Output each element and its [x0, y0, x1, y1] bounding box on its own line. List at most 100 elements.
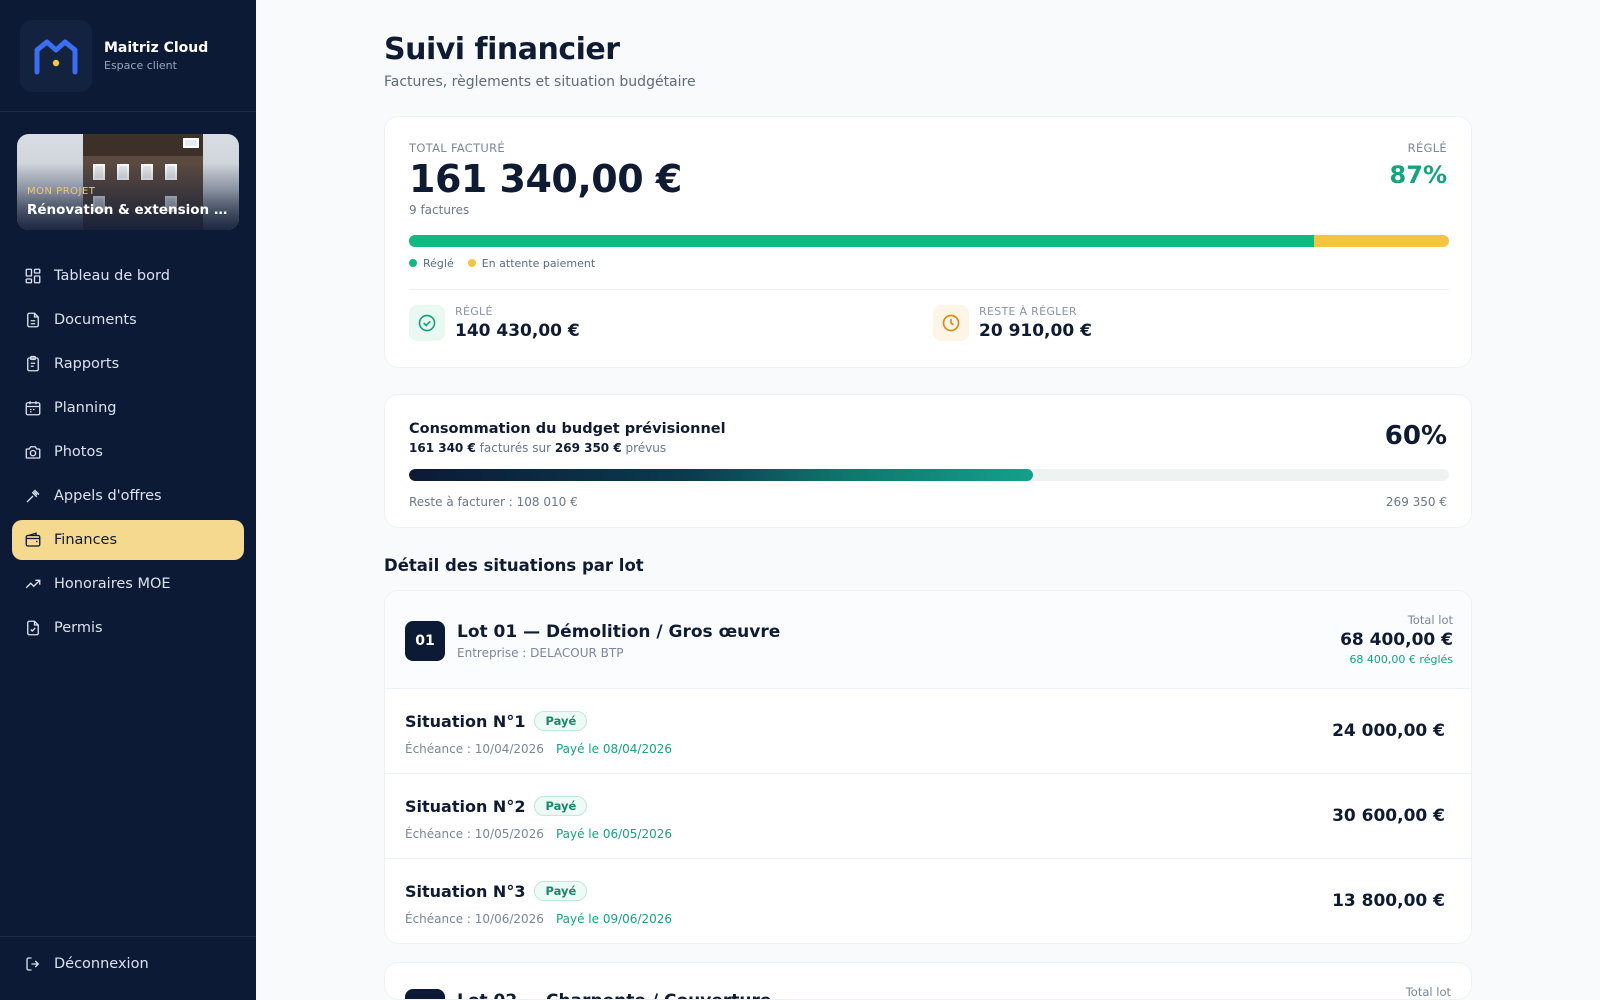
paid-stat: RÉGLÉ 140 430,00 €	[409, 305, 580, 341]
situation-row[interactable]: Situation N°1 Payé Échéance : 10/04/2026 P…	[385, 689, 1471, 774]
brand-logo-icon[interactable]	[20, 19, 92, 92]
budget-summary: 161 340 € facturés sur 269 350 € prévus	[409, 441, 666, 455]
brand-name: Maitriz Cloud	[104, 39, 209, 56]
budget-progress-fill	[409, 469, 1033, 481]
dashboard-icon	[25, 268, 41, 284]
lot-total-value: 68 400,00 €	[1340, 630, 1453, 650]
paid-pct-label: RÉGLÉ	[1407, 141, 1447, 155]
situation-title: Situation N°2	[405, 796, 526, 816]
section-title: Détail des situations par lot	[384, 556, 644, 575]
project-title: Rénovation & extension — Maison	[27, 202, 232, 218]
document-icon	[27, 312, 39, 328]
lot-title: Lot 01 — Démolition / Gros œuvre	[457, 622, 781, 642]
payment-progress-paid	[409, 235, 1314, 247]
sidebar-item-photos[interactable]: Photos	[12, 432, 244, 472]
situation-amount: 24 000,00 €	[1332, 721, 1445, 741]
sidebar-item-honoraires-moe[interactable]: Honoraires MOE	[12, 564, 244, 604]
sidebar-item-finances[interactable]: Finances	[12, 520, 244, 560]
lot-paid-value: 68 400,00 € réglés	[1349, 653, 1453, 666]
wallet-icon	[25, 532, 41, 547]
logout-icon	[26, 957, 40, 971]
lot-number: 02	[405, 989, 445, 999]
sidebar-item-tableau-de-bord[interactable]: Tableau de bord	[12, 256, 244, 296]
remaining-stat-label: RESTE À RÉGLER	[979, 305, 1077, 318]
budget-total: 269 350 €	[1385, 495, 1447, 509]
lot-title: Lot 02 — Charpente / Couverture	[457, 991, 771, 999]
logout-button[interactable]: Déconnexion	[24, 955, 149, 973]
lot-card: 02 Lot 02 — Charpente / Couverture Total…	[384, 962, 1472, 1000]
budget-card: Consommation du budget prévisionnel 161 …	[384, 394, 1472, 528]
lot-total-label: Total lot	[1407, 613, 1453, 627]
situation-paid-on: Payé le 06/05/2026	[555, 827, 672, 841]
paid-pct-value: 87%	[1389, 161, 1447, 189]
clock-icon	[933, 305, 969, 341]
sidebar-item-label: Tableau de bord	[54, 268, 170, 284]
brand-header: Maitriz Cloud Espace client	[0, 0, 256, 112]
situation-paid-on: Payé le 08/04/2026	[555, 742, 672, 756]
situation-amount: 30 600,00 €	[1332, 806, 1445, 826]
sidebar-item-permis[interactable]: Permis	[12, 608, 244, 648]
trending-up-icon	[25, 579, 41, 589]
budget-remaining: Reste à facturer : 108 010 €	[409, 495, 578, 509]
budget-title: Consommation du budget prévisionnel	[409, 421, 726, 437]
lot-company: Entreprise : DELACOUR BTP	[457, 646, 624, 660]
remaining-stat-value: 20 910,00 €	[979, 321, 1092, 341]
calendar-icon	[25, 401, 41, 416]
status-badge: Payé	[534, 711, 588, 731]
total-billed-value: 161 340,00 €	[409, 157, 682, 201]
paid-dot-icon	[409, 259, 417, 267]
total-billed-label: TOTAL FACTURÉ	[409, 141, 505, 155]
sidebar-item-label: Rapports	[54, 356, 120, 372]
page-title: Suivi financier	[384, 32, 620, 67]
invoices-count: 9 factures	[409, 203, 470, 217]
summary-card: TOTAL FACTURÉ 161 340,00 € 9 factures RÉ…	[384, 116, 1472, 368]
lot-total-label: Total lot	[1405, 985, 1451, 999]
budget-planned-text: prévus	[625, 441, 667, 455]
budget-planned: 269 350 €	[554, 441, 622, 455]
paid-stat-label: RÉGLÉ	[455, 305, 493, 318]
sidebar-nav: Tableau de bord Documents Rapports Plann…	[12, 256, 244, 652]
gavel-icon	[26, 489, 40, 503]
project-card[interactable]: MON PROJET Rénovation & extension — Mais…	[17, 134, 239, 230]
budget-billed: 161 340 €	[409, 441, 476, 455]
remaining-stat: RESTE À RÉGLER 20 910,00 €	[933, 305, 1092, 341]
payment-progress-bar	[409, 235, 1449, 247]
sidebar-item-label: Appels d'offres	[54, 488, 162, 504]
situation-due: Échéance : 10/05/2026	[405, 827, 544, 841]
lot-number: 01	[405, 621, 445, 661]
check-circle-icon	[409, 305, 445, 341]
brand-subtitle: Espace client	[104, 58, 177, 72]
budget-billed-on: facturés sur	[479, 441, 552, 455]
sidebar-item-planning[interactable]: Planning	[12, 388, 244, 428]
situation-title: Situation N°3	[405, 881, 526, 901]
page-subtitle: Factures, règlements et situation budgét…	[384, 74, 696, 90]
lot-header[interactable]: 01 Lot 01 — Démolition / Gros œuvre Entr…	[385, 591, 1471, 689]
project-kicker: MON PROJET	[27, 186, 96, 197]
sidebar-item-label: Honoraires MOE	[54, 576, 171, 592]
sidebar-item-documents[interactable]: Documents	[12, 300, 244, 340]
situation-due: Échéance : 10/04/2026	[405, 742, 544, 756]
sidebar-item-appels-doffres[interactable]: Appels d'offres	[12, 476, 244, 516]
clipboard-icon	[27, 355, 39, 372]
sidebar-item-label: Documents	[54, 312, 137, 328]
camera-icon	[25, 446, 41, 459]
situation-row[interactable]: Situation N°2 Payé Échéance : 10/05/2026 P…	[385, 774, 1471, 859]
paid-stat-value: 140 430,00 €	[455, 321, 580, 341]
budget-pct: 60%	[1384, 421, 1447, 451]
sidebar: Maitriz Cloud Espace client MON PROJET R…	[0, 0, 256, 1000]
sidebar-item-rapports[interactable]: Rapports	[12, 344, 244, 384]
legend-pending: En attente paiement	[481, 257, 596, 270]
payment-legend: Réglé En attente paiement	[409, 257, 595, 270]
sidebar-item-label: Permis	[54, 620, 103, 636]
sidebar-footer: Déconnexion	[0, 936, 256, 1000]
situation-row[interactable]: Situation N°3 Payé Échéance : 10/06/2026 P…	[385, 859, 1471, 943]
status-badge: Payé	[534, 796, 588, 816]
situation-amount: 13 800,00 €	[1332, 891, 1445, 911]
status-badge: Payé	[534, 881, 588, 901]
sidebar-item-label: Planning	[54, 400, 117, 416]
lot-card: 01 Lot 01 — Démolition / Gros œuvre Entr…	[384, 590, 1472, 944]
budget-progress-bar	[409, 469, 1449, 481]
logout-label: Déconnexion	[54, 956, 149, 972]
sidebar-item-label: Finances	[54, 532, 118, 548]
situation-due: Échéance : 10/06/2026	[405, 912, 544, 926]
